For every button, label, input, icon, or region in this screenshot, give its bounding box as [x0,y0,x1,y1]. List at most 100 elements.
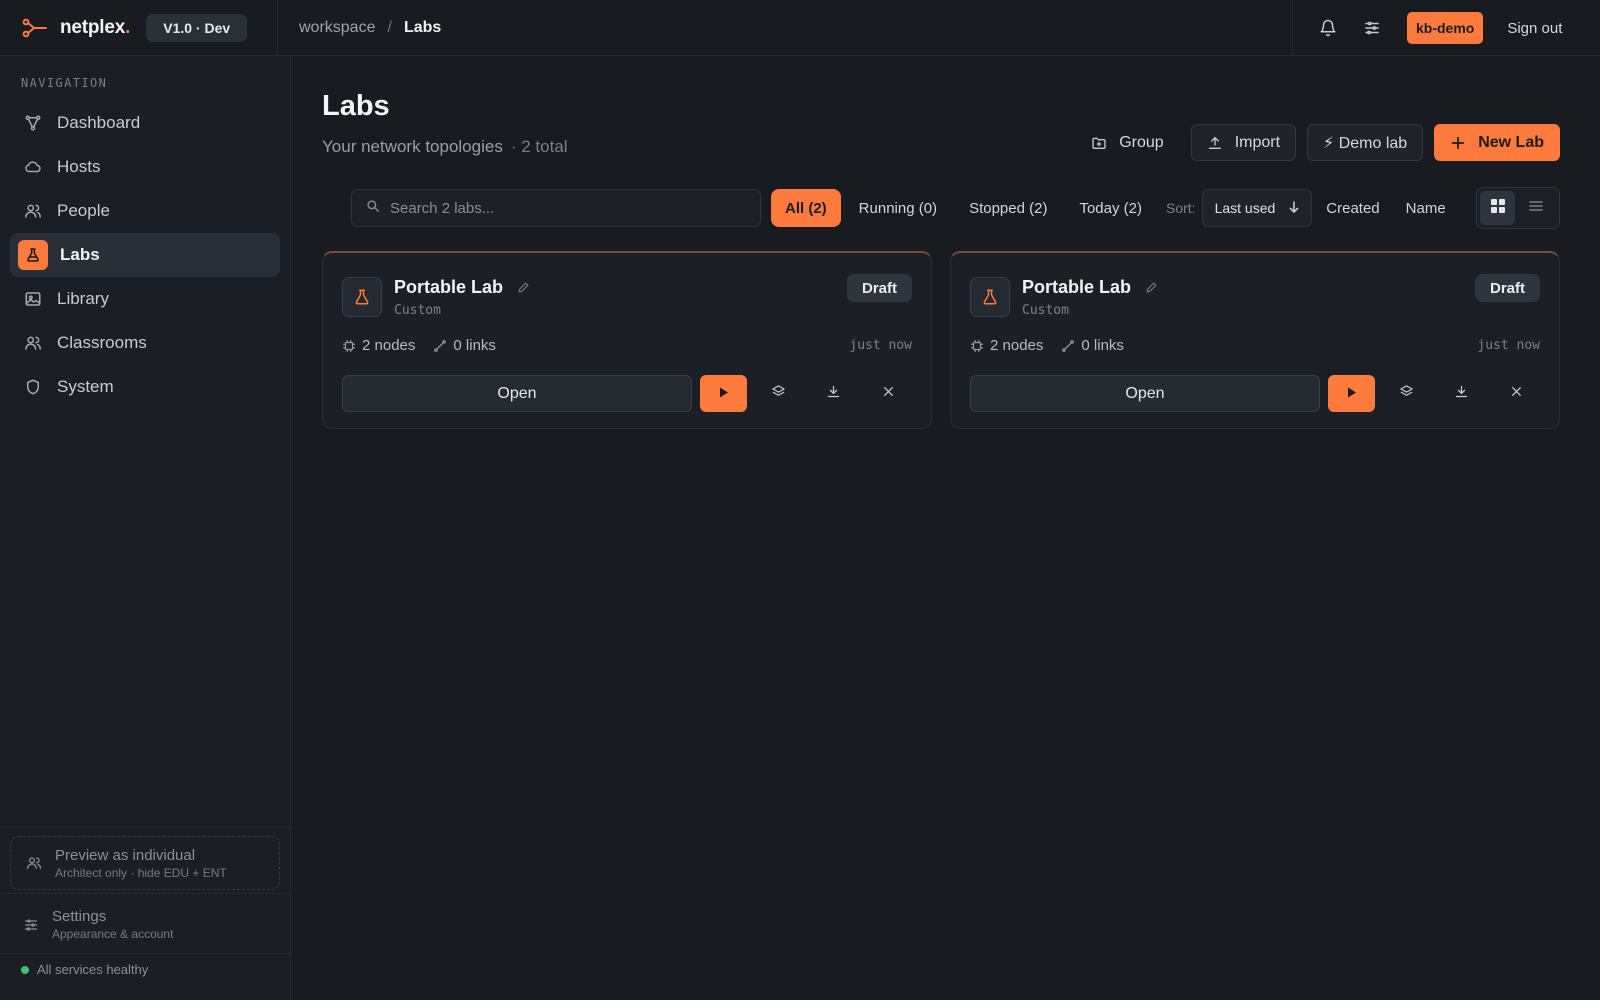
preview-as-individual[interactable]: Preview as individual Architect only · h… [10,836,280,890]
sliders-icon [22,916,40,934]
layers-button[interactable] [755,375,802,412]
close-icon [882,385,895,402]
pencil-icon[interactable] [517,281,530,294]
sliders-icon[interactable] [1357,13,1387,43]
sidebar-item-label: Library [57,289,109,308]
download-button[interactable] [810,375,857,412]
open-button[interactable]: Open [342,375,692,412]
sidebar-item-library[interactable]: Library [10,277,280,321]
version-badge[interactable]: V1.0 · Dev [146,13,248,42]
flask-icon [18,240,48,270]
delete-button[interactable] [865,375,912,412]
demo-lab-button[interactable]: ⚡ Demo lab [1307,124,1424,161]
header-actions: Group Import ⚡ Demo lab New Lab [1064,124,1560,161]
filter-running[interactable]: Running (0) [845,189,951,227]
links-label: links [1093,337,1124,354]
list-view-button[interactable] [1518,191,1553,225]
delete-button[interactable] [1493,375,1540,412]
sidebar: NAVIGATION Dashboard Hosts People Labs L… [0,56,291,1000]
search-input[interactable] [390,199,730,217]
sidebar-item-hosts[interactable]: Hosts [10,145,280,189]
sidebar-item-dashboard[interactable]: Dashboard [10,101,280,145]
sidebar-item-system[interactable]: System [10,365,280,409]
pencil-icon[interactable] [1145,281,1158,294]
bell-icon[interactable] [1313,13,1343,43]
breadcrumb-workspace[interactable]: workspace [299,19,375,37]
open-button[interactable]: Open [970,375,1320,412]
sidebar-item-people[interactable]: People [10,189,280,233]
settings-subtitle: Appearance & account [52,927,174,941]
lab-name: Portable Lab [394,277,530,298]
status-badge: Draft [1474,274,1540,302]
flask-icon [970,277,1010,317]
nodes-count: 2 [990,337,999,354]
lab-type: Custom [1022,303,1069,318]
import-button[interactable]: Import [1190,124,1297,161]
users-icon [23,333,43,353]
lab-card[interactable]: Portable Lab Custom Draft 2 nodes 0 link… [950,251,1560,429]
nodes-label: nodes [374,337,416,354]
sort-option-created[interactable]: Created [1326,200,1379,217]
layers-icon [771,384,786,403]
group-button-label: Group [1119,133,1164,151]
nav-section-title: NAVIGATION [21,76,108,90]
users-icon [23,201,43,221]
netplex-logo-icon[interactable] [22,18,48,38]
run-button[interactable] [1328,375,1375,412]
sidebar-item-label: Labs [60,245,100,264]
links-label: links [465,337,496,354]
grid-view-button[interactable] [1480,191,1515,225]
flask-icon [342,277,382,317]
page-subtitle: Your network topologies · 2 total [322,137,568,157]
grid-icon [1490,198,1506,218]
download-button[interactable] [1438,375,1485,412]
link-icon [1061,339,1075,353]
sidebar-item-classrooms[interactable]: Classrooms [10,321,280,365]
filter-tabs: All (2) Running (0) Stopped (2) Today (2… [771,189,1458,227]
filter-stopped[interactable]: Stopped (2) [955,189,1061,227]
new-lab-button[interactable]: New Lab [1434,124,1560,161]
user-badge[interactable]: kb-demo [1407,12,1484,44]
brand: netplex. V1.0 · Dev [0,0,278,56]
sidebar-item-labs[interactable]: Labs [10,233,280,277]
sort-label: Sort: [1165,200,1196,216]
users-icon [25,854,43,872]
link-icon [433,339,447,353]
sign-out-link[interactable]: Sign out [1507,20,1562,37]
preview-title: Preview as individual [55,846,196,864]
nodes-stat: 2 nodes [970,337,1043,354]
links-count: 0 [453,337,462,354]
run-button[interactable] [700,375,747,412]
lab-actions: Open [970,375,1540,412]
arrow-down-icon [1289,200,1299,216]
import-button-label: Import [1234,133,1281,151]
lab-stats: 2 nodes 0 links [342,337,514,354]
lab-name: Portable Lab [1022,277,1158,298]
breadcrumb-separator: / [387,18,392,36]
group-button[interactable]: Group [1075,124,1179,161]
lab-card[interactable]: Portable Lab Custom Draft 2 nodes 0 link… [322,251,932,429]
chip-icon [342,339,356,353]
lab-name-text[interactable]: Portable Lab [1022,277,1131,298]
sidebar-item-label: Classrooms [57,333,147,352]
cloud-icon [23,157,43,177]
links-stat: 0 links [1061,337,1124,354]
filter-today[interactable]: Today (2) [1065,189,1156,227]
brand-name[interactable]: netplex. [60,17,130,39]
filter-all[interactable]: All (2) [771,189,841,227]
lab-stats: 2 nodes 0 links [970,337,1142,354]
folder-plus-icon [1091,135,1107,151]
lab-name-text[interactable]: Portable Lab [394,277,503,298]
layers-button[interactable] [1383,375,1430,412]
list-icon [1528,198,1544,218]
lab-type: Custom [394,303,441,318]
settings-link[interactable]: Settings Appearance & account [22,908,173,941]
demo-lab-button-label: ⚡ Demo lab [1323,134,1408,152]
status-dot-icon [21,965,29,974]
search-box[interactable] [351,189,761,227]
links-stat: 0 links [433,337,496,354]
status-badge: Draft [846,274,912,302]
sort-option-name[interactable]: Name [1406,200,1446,217]
lab-timestamp: just now [849,338,912,353]
sort-select[interactable]: Last used [1201,189,1313,227]
